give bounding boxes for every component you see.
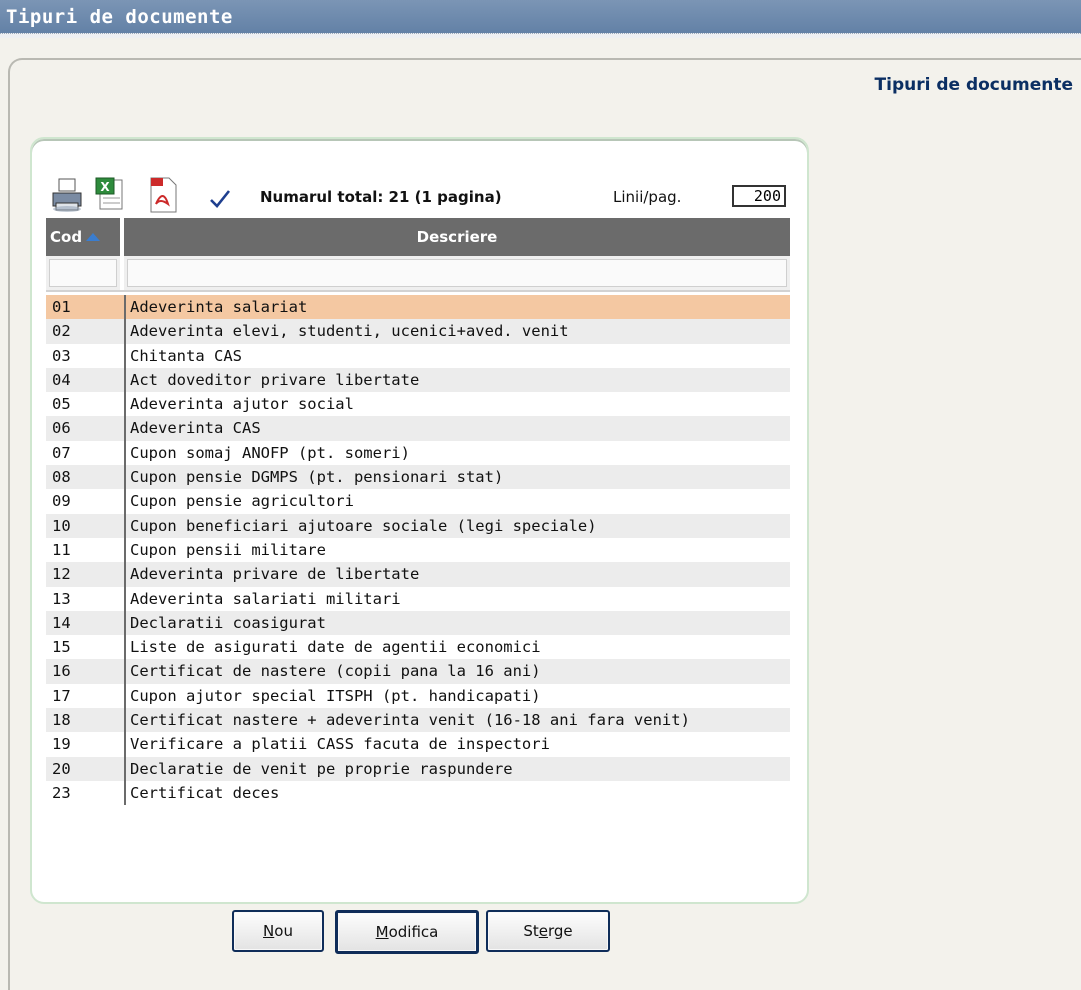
delete-button-accesskey: e	[538, 922, 548, 940]
grid-toolbar: X Numarul total: 21 (1 pagina) Linii/pag…	[50, 176, 790, 216]
title-bar: Tipuri de documente	[0, 0, 1081, 38]
cell-code: 06	[46, 416, 126, 441]
cell-code: 17	[46, 683, 126, 709]
cell-description: Liste de asigurati date de agentii econo…	[130, 638, 541, 657]
pdf-icon[interactable]	[146, 176, 180, 214]
table-row[interactable]: 19 Verificare a platii CASS facuta de ins…	[46, 732, 790, 757]
grid-header: Cod Descriere	[46, 218, 790, 256]
cell-description: Adeverinta ajutor social	[130, 395, 354, 414]
svg-text:X: X	[100, 180, 110, 194]
table-row[interactable]: 15 Liste de asigurati date de agentii eco…	[46, 635, 790, 660]
cell-description: Adeverinta CAS	[130, 419, 261, 438]
table-row[interactable]: 17 Cupon ajutor special ITSPH (pt. handic…	[46, 683, 790, 709]
excel-icon[interactable]: X	[94, 176, 128, 214]
cell-description: Declaratie de venit pe proprie raspunder…	[130, 759, 513, 778]
cell-description: Certificat de nastere (copii pana la 16 …	[130, 662, 541, 681]
filter-code-input[interactable]	[49, 259, 117, 287]
cell-description: Cupon pensie agricultori	[130, 492, 354, 511]
checkmark-icon[interactable]	[208, 188, 232, 210]
table-row[interactable]: 03 Chitanta CAS	[46, 343, 790, 368]
cell-description: Declaratii coasigurat	[130, 613, 326, 632]
cell-description: Act doveditor privare libertate	[130, 370, 420, 389]
cell-description: Chitanta CAS	[130, 346, 242, 365]
cell-code: 11	[46, 537, 126, 563]
table-row[interactable]: 07 Cupon somaj ANOFP (pt. someri)	[46, 440, 790, 466]
documents-grid: Cod Descriere 01 Adeverinta salariat 02 Ade…	[46, 218, 790, 806]
delete-button[interactable]: St e rge	[486, 910, 610, 952]
cell-code: 09	[46, 489, 126, 514]
cell-code: 05	[46, 392, 126, 417]
table-row[interactable]: 06 Adeverinta CAS	[46, 416, 790, 441]
table-row[interactable]: 10 Cupon beneficiari ajutoare sociale (le…	[46, 513, 790, 538]
modify-button-accesskey: M	[375, 923, 389, 941]
column-header-code[interactable]: Cod	[46, 218, 124, 256]
filter-row	[46, 256, 790, 292]
cell-description: Certificat deces	[130, 783, 280, 802]
filter-description-input[interactable]	[127, 259, 787, 287]
sort-ascending-icon	[86, 233, 101, 241]
new-button-accesskey: N	[263, 922, 275, 940]
title-bar-divider	[0, 33, 1081, 38]
delete-button-label-pre: St	[523, 922, 539, 940]
table-row[interactable]: 13 Adeverinta salariati militari	[46, 586, 790, 611]
cell-code: 01	[46, 295, 126, 320]
column-description-label: Descriere	[416, 228, 498, 246]
cell-description: Cupon pensie DGMPS (pt. pensionari stat)	[130, 468, 504, 487]
page-title: Tipuri de documente	[874, 75, 1073, 95]
delete-button-label-post: rge	[547, 922, 573, 940]
cell-description: Cupon ajutor special ITSPH (pt. handicap…	[130, 686, 541, 705]
cell-code: 19	[46, 732, 126, 757]
cell-description: Cupon somaj ANOFP (pt. someri)	[130, 443, 410, 462]
cell-description: Cupon pensii militare	[130, 540, 326, 559]
modify-button-label-post: odifica	[388, 923, 439, 941]
cell-code: 10	[46, 513, 126, 538]
cell-code: 20	[46, 756, 126, 781]
table-row[interactable]: 14 Declaratii coasigurat	[46, 610, 790, 636]
cell-code: 23	[46, 780, 126, 806]
table-row[interactable]: 05 Adeverinta ajutor social	[46, 392, 790, 417]
table-row[interactable]: 09 Cupon pensie agricultori	[46, 489, 790, 514]
cell-description: Adeverinta privare de libertate	[130, 565, 420, 584]
table-row[interactable]: 12 Adeverinta privare de libertate	[46, 562, 790, 587]
cell-code: 15	[46, 635, 126, 660]
total-count: Numarul total: 21 (1 pagina)	[260, 188, 502, 206]
table-row[interactable]: 20 Declaratie de venit pe proprie raspund…	[46, 756, 790, 781]
cell-code: 16	[46, 659, 126, 684]
table-row[interactable]: 04 Act doveditor privare libertate	[46, 367, 790, 393]
cell-description: Certificat nastere + adeverinta venit (1…	[130, 711, 690, 730]
table-row[interactable]: 18 Certificat nastere + adeverinta venit …	[46, 708, 790, 733]
grid-body: 01 Adeverinta salariat 02 Adeverinta elevi,…	[46, 295, 790, 806]
modify-button[interactable]: Modifica	[335, 910, 479, 954]
table-row[interactable]: 11 Cupon pensii militare	[46, 537, 790, 563]
window-title: Tipuri de documente	[6, 6, 233, 28]
cell-code: 13	[46, 586, 126, 611]
cell-code: 07	[46, 440, 126, 466]
printer-icon[interactable]	[50, 176, 84, 214]
table-row[interactable]: 08 Cupon pensie DGMPS (pt. pensionari sta…	[46, 465, 790, 490]
column-header-description[interactable]: Descriere	[124, 218, 790, 256]
rows-per-page-input[interactable]: 200	[732, 185, 786, 207]
new-button-label-post: ou	[274, 922, 293, 940]
table-row[interactable]: 23 Certificat deces	[46, 780, 790, 806]
cell-description: Adeverinta salariat	[130, 298, 308, 316]
rows-per-page-label: Linii/pag.	[613, 188, 682, 206]
cell-description: Adeverinta salariati militari	[130, 589, 401, 608]
cell-code: 18	[46, 708, 126, 733]
cell-code: 02	[46, 319, 126, 344]
cell-code: 12	[46, 562, 126, 587]
column-code-label: Cod	[50, 228, 83, 246]
cell-code: 04	[46, 367, 126, 393]
table-row[interactable]: 01 Adeverinta salariat	[46, 295, 790, 320]
cell-description: Cupon beneficiari ajutoare sociale (legi…	[130, 516, 597, 535]
cell-description: Adeverinta elevi, studenti, ucenici+aved…	[130, 322, 569, 341]
cell-code: 03	[46, 343, 126, 368]
cell-description: Verificare a platii CASS facuta de inspe…	[130, 735, 550, 754]
table-row[interactable]: 16 Certificat de nastere (copii pana la 1…	[46, 659, 790, 684]
cell-code: 08	[46, 465, 126, 490]
table-row[interactable]: 02 Adeverinta elevi, studenti, ucenici+av…	[46, 319, 790, 344]
new-button[interactable]: Nou	[232, 910, 324, 952]
cell-code: 14	[46, 610, 126, 636]
